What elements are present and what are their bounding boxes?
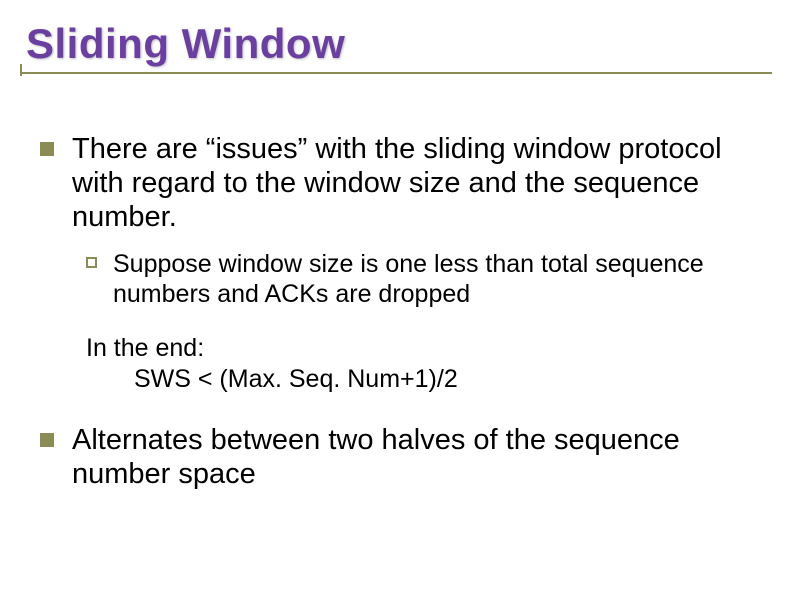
conclusion-line2: SWS < (Max. Seq. Num+1)/2 — [86, 364, 752, 395]
underline-tick — [20, 64, 22, 76]
conclusion-block: In the end: SWS < (Max. Seq. Num+1)/2 — [86, 333, 752, 396]
slide-title: Sliding Window — [20, 20, 772, 68]
title-area: Sliding Window — [20, 20, 772, 74]
slide-body: There are “issues” with the sliding wind… — [40, 132, 752, 504]
bullet-text: There are “issues” with the sliding wind… — [72, 132, 752, 235]
bullet-text: Alternates between two halves of the seq… — [72, 423, 752, 491]
conclusion-line1: In the end: — [86, 334, 204, 362]
square-bullet-icon — [40, 433, 54, 447]
bullet-level1: There are “issues” with the sliding wind… — [40, 132, 752, 235]
title-underline — [20, 72, 772, 74]
slide: Sliding Window There are “issues” with t… — [0, 0, 792, 612]
bullet-level1: Alternates between two halves of the seq… — [40, 423, 752, 491]
sub-bullet-text: Suppose window size is one less than tot… — [113, 249, 752, 309]
hollow-square-bullet-icon — [86, 257, 97, 268]
bullet-level2: Suppose window size is one less than tot… — [86, 249, 752, 309]
square-bullet-icon — [40, 142, 54, 156]
